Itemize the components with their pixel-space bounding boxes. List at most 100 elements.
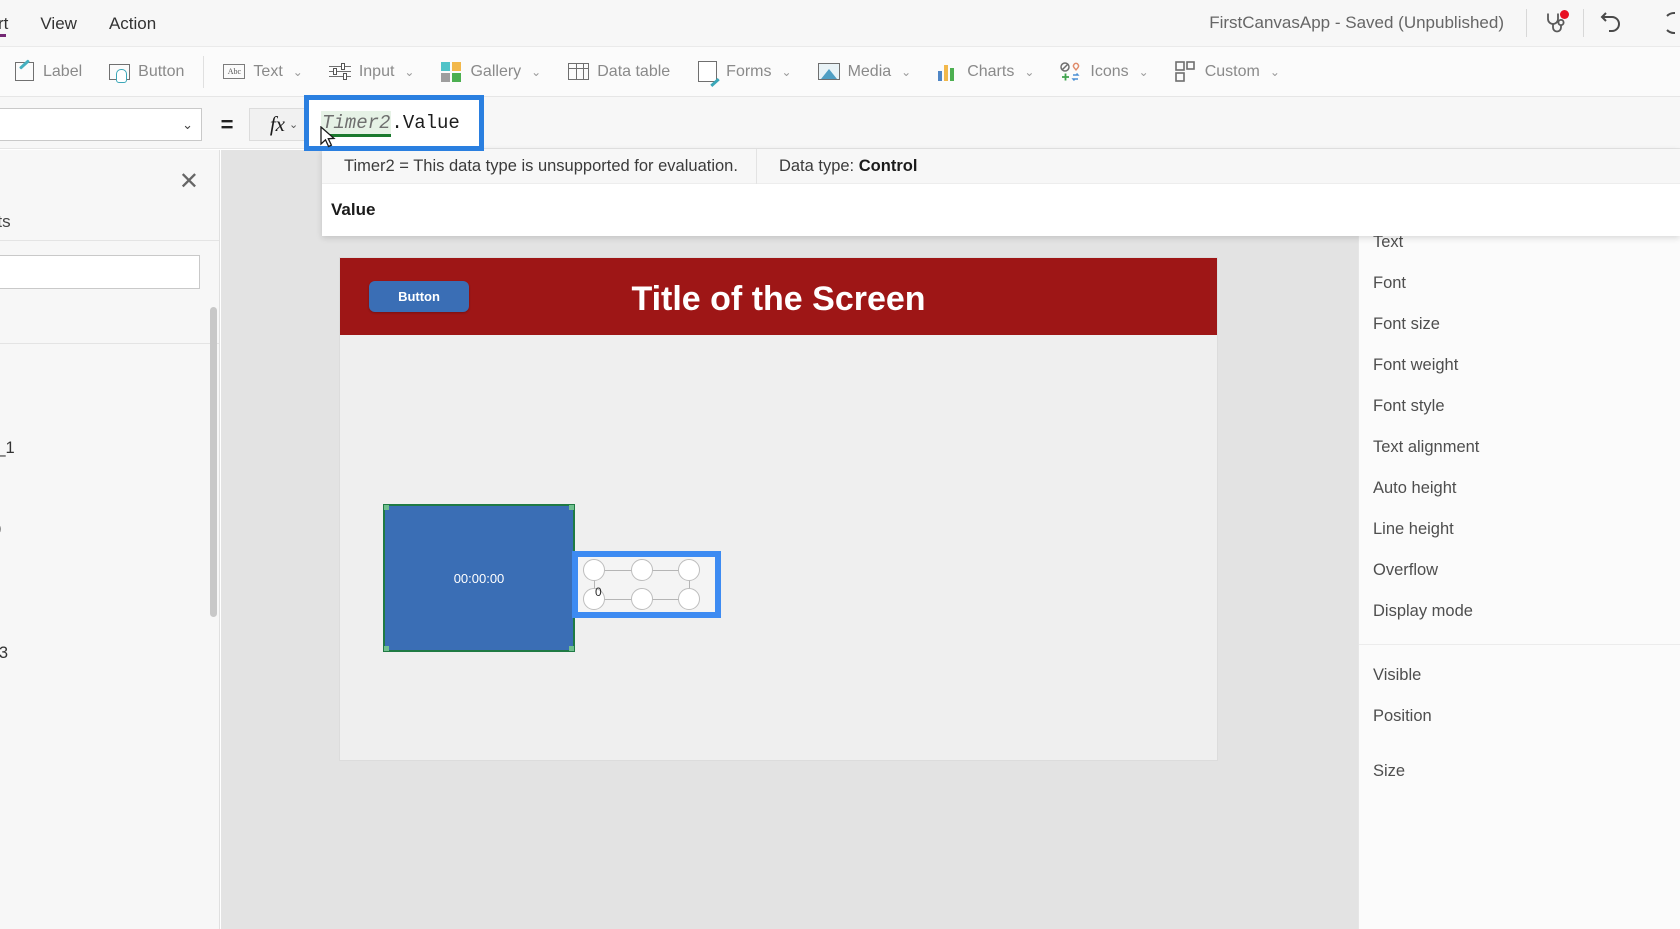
search-input[interactable] [0, 255, 200, 289]
undo-icon [1600, 12, 1620, 32]
redo-button[interactable] [1640, 0, 1680, 47]
equals-sign: = [220, 111, 234, 137]
resize-handle-br[interactable] [569, 646, 574, 651]
selected-control[interactable]: 0 [572, 551, 721, 618]
data-type-label: Data type: [778, 156, 855, 175]
resize-handle-tl[interactable] [583, 559, 605, 581]
app-screen[interactable]: Title of the Screen Button 00:00:00 0 [340, 258, 1217, 760]
property-row-position[interactable]: Position [1359, 696, 1680, 737]
gallery-grid-icon [440, 61, 462, 83]
menu-item-action[interactable]: Action [93, 0, 172, 47]
tree-item-4[interactable]: 0 [0, 521, 1, 540]
property-selector-dropdown[interactable]: ⌄ [0, 108, 202, 141]
ribbon-forms-text: Forms [726, 62, 772, 80]
intellisense-body: Value [322, 184, 1680, 236]
ribbon-item-input[interactable]: Input ⌄ [316, 47, 428, 97]
tree-view-scrollbar[interactable] [210, 307, 217, 617]
input-sliders-icon [328, 61, 351, 83]
property-row-font-weight[interactable]: Font weight [1359, 345, 1680, 386]
tree-view-panel: ✕ mponents n en en_1 0 le3 [0, 150, 220, 929]
insert-ribbon: Label Button Abc Text ⌄ Input ⌄ Gallery … [0, 47, 1680, 97]
ribbon-item-label[interactable]: Label [0, 47, 95, 97]
menubar-right-group: FirstCanvasApp - Saved (Unpublished) [1209, 0, 1680, 47]
tree-view-separator-2 [0, 343, 219, 344]
property-row-font-size[interactable]: Font size [1359, 304, 1680, 345]
tree-item-3[interactable]: en_1 [0, 439, 15, 458]
intellisense-data-type: Data type: Control [757, 157, 917, 176]
resize-handle-tl[interactable] [384, 505, 389, 510]
resize-handle-br[interactable] [678, 588, 700, 610]
screen-header-banner[interactable]: Title of the Screen Button [340, 258, 1217, 335]
property-row-text-alignment[interactable]: Text alignment [1359, 427, 1680, 468]
tree-view-separator-1 [0, 240, 219, 241]
chevron-down-icon: ⌄ [1024, 64, 1035, 79]
resize-handle-tc[interactable] [631, 559, 653, 581]
menu-item-view[interactable]: View [24, 0, 93, 47]
property-row-overflow[interactable]: Overflow [1359, 550, 1680, 591]
properties-divider-1 [1359, 644, 1680, 645]
app-title: FirstCanvasApp - Saved (Unpublished) [1209, 13, 1504, 32]
icons-shapes-icon [1060, 61, 1082, 83]
text-abc-icon: Abc [223, 61, 246, 83]
chevron-down-icon: ⌄ [404, 64, 415, 79]
property-row-font[interactable]: Font [1359, 263, 1680, 304]
ribbon-label-text: Label [43, 62, 83, 80]
chevron-down-icon: ⌄ [531, 64, 542, 79]
fx-icon: fx [269, 112, 285, 136]
app-checker-alert-dot [1560, 9, 1569, 19]
menu-item-insert[interactable]: rt [0, 0, 24, 47]
canvas-workspace[interactable]: Title of the Screen Button 00:00:00 0 [221, 150, 1358, 929]
ribbon-item-forms[interactable]: Forms ⌄ [683, 47, 804, 97]
tree-view-subheader: mponents [0, 212, 11, 231]
ribbon-media-text: Media [847, 62, 892, 80]
ribbon-item-media[interactable]: Media ⌄ [805, 47, 925, 97]
intellisense-body-title: Value [331, 200, 376, 219]
ribbon-charts-text: Charts [967, 62, 1015, 80]
resize-handle-tr[interactable] [569, 505, 574, 510]
formula-token-property: .Value [391, 112, 460, 134]
tree-item-5[interactable]: le3 [0, 644, 8, 663]
close-icon[interactable]: ✕ [179, 170, 199, 194]
ribbon-item-text[interactable]: Abc Text ⌄ [210, 47, 315, 97]
data-type-value: Control [858, 156, 918, 175]
resize-handle-bl[interactable] [384, 646, 389, 651]
properties-panel: Properties Advanced Text Font Font size … [1358, 150, 1680, 929]
property-row-line-height[interactable]: Line height [1359, 509, 1680, 550]
redo-icon [1666, 12, 1675, 34]
ribbon-divider [203, 55, 205, 88]
property-row-display-mode[interactable]: Display mode [1359, 591, 1680, 632]
ribbon-item-gallery[interactable]: Gallery ⌄ [427, 47, 554, 97]
chevron-down-icon: ⌄ [182, 116, 193, 132]
selected-control-surface: 0 [578, 557, 715, 612]
chevron-down-icon: ⌄ [1138, 64, 1149, 79]
selected-control-label: 0 [595, 585, 602, 599]
property-row-font-style[interactable]: Font style [1359, 386, 1680, 427]
formula-text: Timer2.Value [321, 111, 460, 137]
tree-view-header: ✕ [0, 150, 219, 217]
screen-title-label: Title of the Screen [631, 280, 926, 318]
chevron-down-icon: ⌄ [292, 64, 303, 79]
chevron-down-icon: ⌄ [288, 119, 299, 131]
charts-bar-icon [937, 61, 959, 83]
properties-list: Text Font Font size Font weight Font sty… [1359, 206, 1680, 792]
ribbon-custom-text: Custom [1204, 62, 1260, 80]
intellisense-header: Timer2 = This data type is unsupported f… [322, 148, 1680, 184]
ribbon-item-button[interactable]: Button [95, 47, 197, 97]
screen-button-control[interactable]: Button [369, 281, 469, 312]
ribbon-item-data-table[interactable]: Data table [554, 47, 683, 97]
app-checker-button[interactable] [1527, 0, 1583, 47]
timer-control[interactable]: 00:00:00 [383, 504, 575, 652]
undo-button[interactable] [1584, 0, 1640, 47]
ribbon-item-charts[interactable]: Charts ⌄ [924, 47, 1047, 97]
label-icon [13, 61, 35, 83]
property-row-visible[interactable]: Visible [1359, 655, 1680, 696]
ribbon-item-icons[interactable]: Icons ⌄ [1047, 47, 1161, 97]
intellisense-panel: Timer2 = This data type is unsupported f… [322, 148, 1680, 236]
property-row-auto-height[interactable]: Auto height [1359, 468, 1680, 509]
property-row-size[interactable]: Size [1359, 751, 1680, 792]
ribbon-icons-text: Icons [1090, 62, 1129, 80]
ribbon-item-custom[interactable]: Custom ⌄ [1162, 47, 1293, 97]
resize-handle-tr[interactable] [678, 559, 700, 581]
powerapps-studio-window: rt View Action FirstCanvasApp - Saved (U… [0, 0, 1680, 929]
resize-handle-bc[interactable] [631, 588, 653, 610]
